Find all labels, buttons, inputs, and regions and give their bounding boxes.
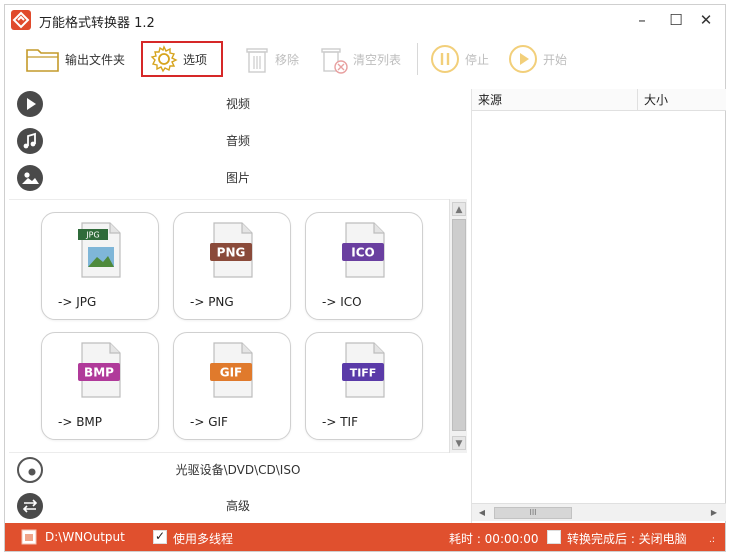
format-grid: JPG -> JPG PNG -> PNG ICO -> ICO BMP -> …	[9, 199, 449, 453]
gear-icon	[150, 45, 178, 73]
stop-button[interactable]: 停止	[429, 41, 489, 77]
format-tile-bmp[interactable]: BMP -> BMP	[41, 332, 159, 440]
format-tile-png[interactable]: PNG -> PNG	[173, 212, 291, 320]
svg-text:GIF: GIF	[220, 366, 243, 380]
format-tile-bmp-label: -> BMP	[58, 415, 103, 429]
column-header-source[interactable]: 来源	[472, 89, 638, 111]
svg-text:PNG: PNG	[217, 246, 246, 260]
remove-label: 移除	[275, 52, 300, 67]
start-label: 开始	[543, 52, 568, 67]
folder-icon	[26, 49, 59, 72]
scroll-down-arrow[interactable]: ▼	[452, 436, 466, 450]
file-list[interactable]: 来源 大小 ◀ III ▶	[471, 89, 726, 523]
output-folder-button[interactable]: 输出文件夹	[25, 41, 125, 77]
gif-file-icon: GIF	[210, 342, 253, 398]
conversion-panel: 视频 音频 图片 JPG -> JPG PNG -> PNG ICO -> IC…	[9, 85, 467, 523]
category-image-label: 图片	[225, 171, 250, 185]
output-folder-icon[interactable]	[21, 529, 37, 545]
format-tile-jpg-label: -> JPG	[58, 295, 97, 309]
bmp-file-icon: BMP	[78, 342, 121, 398]
status-bar: D:\WNOutput 使用多线程 耗时 : 00:00:00 转换完成后 : …	[5, 523, 725, 551]
close-button[interactable]: ✕	[693, 9, 719, 31]
after-convert-label: 转换完成后 : 关闭电脑	[567, 532, 687, 546]
remove-button[interactable]: 移除	[243, 41, 299, 77]
column-header-size[interactable]: 大小	[638, 89, 726, 111]
format-grid-scrollbar[interactable]: ▲ ▼	[449, 199, 467, 453]
play-icon	[509, 45, 537, 73]
stop-label: 停止	[465, 52, 490, 67]
format-tile-tif[interactable]: TIFF -> TIF	[305, 332, 423, 440]
clear-list-icon	[321, 48, 348, 74]
category-image[interactable]: 图片	[9, 159, 467, 195]
clear-list-button[interactable]: 清空列表	[319, 41, 401, 77]
scroll-right-arrow[interactable]: ▶	[708, 507, 720, 519]
format-tile-gif-label: -> GIF	[190, 415, 228, 429]
format-tile-jpg[interactable]: JPG -> JPG	[41, 212, 159, 320]
minimize-button[interactable]: –	[629, 9, 655, 31]
trash-icon	[246, 48, 268, 73]
format-tile-png-label: -> PNG	[190, 295, 234, 309]
category-video[interactable]: 视频	[9, 85, 467, 121]
svg-text:TIFF: TIFF	[350, 367, 377, 380]
title-bar: 万能格式转换器 1.2 – ☐ ✕	[5, 5, 725, 35]
maximize-button[interactable]: ☐	[663, 9, 689, 31]
app-logo-icon	[11, 10, 31, 30]
start-button[interactable]: 开始	[507, 41, 567, 77]
clear-list-label: 清空列表	[353, 52, 402, 67]
scroll-thumb[interactable]	[452, 219, 466, 431]
multithread-checkbox[interactable]	[153, 529, 167, 544]
toolbar: 输出文件夹 选项 移除 清空列表 停止 开始	[5, 35, 725, 83]
format-tile-gif[interactable]: GIF -> GIF	[173, 332, 291, 440]
window-title: 万能格式转换器 1.2	[39, 16, 155, 31]
format-tile-ico[interactable]: ICO -> ICO	[305, 212, 423, 320]
svg-text:ICO: ICO	[351, 246, 374, 260]
elapsed-time: 耗时 : 00:00:00	[449, 532, 539, 546]
tiff-file-icon: TIFF	[342, 342, 385, 398]
scroll-left-arrow[interactable]: ◀	[476, 507, 488, 519]
pause-icon	[431, 45, 459, 73]
options-button[interactable]: 选项	[141, 41, 223, 77]
toolbar-separator	[417, 43, 418, 75]
category-advanced-label: 高级	[225, 499, 250, 513]
category-audio-label: 音频	[225, 134, 250, 148]
jpg-file-icon: JPG	[78, 222, 121, 278]
svg-text:JPG: JPG	[85, 231, 99, 240]
multithread-label: 使用多线程	[173, 532, 234, 546]
resize-grip[interactable]: .:	[709, 535, 715, 545]
svg-text:BMP: BMP	[84, 366, 114, 380]
png-file-icon: PNG	[210, 222, 253, 278]
ico-file-icon: ICO	[342, 222, 385, 278]
hscroll-thumb[interactable]: III	[494, 507, 572, 519]
format-tile-tif-label: -> TIF	[322, 415, 358, 429]
file-list-hscrollbar[interactable]: ◀ III ▶	[472, 503, 726, 521]
output-path[interactable]: D:\WNOutput	[45, 530, 125, 544]
app-window: 万能格式转换器 1.2 – ☐ ✕ 输出文件夹 选项 移除 清空列表 停止 开始	[4, 4, 726, 552]
category-optical-label: 光驱设备\DVD\CD\ISO	[175, 463, 301, 477]
format-tile-ico-label: -> ICO	[322, 295, 362, 309]
after-convert-checkbox[interactable]	[547, 530, 561, 544]
category-audio[interactable]: 音频	[9, 122, 467, 158]
category-video-label: 视频	[225, 97, 250, 111]
scroll-up-arrow[interactable]: ▲	[452, 202, 466, 216]
output-folder-label: 输出文件夹	[65, 52, 126, 67]
options-label: 选项	[183, 52, 208, 67]
category-advanced[interactable]: 高级	[9, 487, 467, 523]
category-optical[interactable]: 光驱设备\DVD\CD\ISO	[9, 451, 467, 487]
